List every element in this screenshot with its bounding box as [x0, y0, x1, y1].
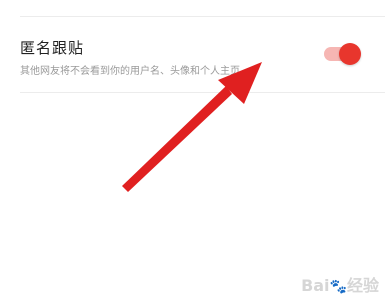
toggle-thumb [339, 43, 361, 65]
paw-icon: 🐾 [329, 279, 347, 295]
baidu-jingyan-watermark: Bai🐾经验 [301, 272, 379, 296]
bottom-divider [20, 92, 385, 93]
arrow-shaft [122, 86, 232, 192]
setting-title: 匿名跟贴 [20, 39, 85, 57]
setting-description: 其他网友将不会看到你的用户名、头像和个人主页 [20, 66, 240, 77]
anonymous-follow-setting-row[interactable]: 匿名跟贴 其他网友将不会看到你的用户名、头像和个人主页 [0, 17, 385, 92]
watermark-brand-left: Bai [301, 276, 330, 295]
watermark-brand-right: 经验 [346, 276, 379, 295]
anonymous-toggle-switch[interactable] [322, 43, 364, 65]
